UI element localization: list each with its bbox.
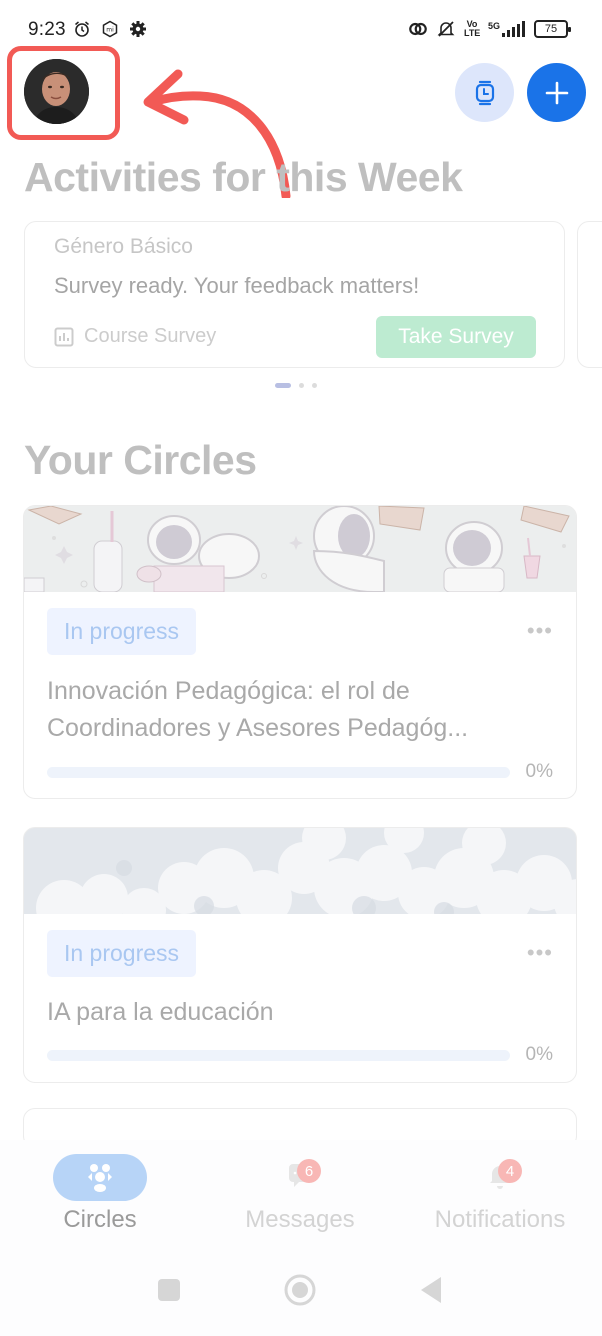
plus-icon xyxy=(545,81,568,104)
tab-circles[interactable]: Circles xyxy=(0,1140,200,1240)
activity-message: Survey ready. Your feedback matters! xyxy=(54,273,420,298)
circle-cover-image xyxy=(24,828,576,914)
volte-icon: Vo LTE xyxy=(463,19,481,38)
back-button[interactable] xyxy=(420,1276,442,1309)
active-tab-indicator xyxy=(53,1154,147,1201)
system-navigation-bar xyxy=(0,1240,602,1336)
carousel-pager xyxy=(275,383,317,388)
tab-label: Messages xyxy=(245,1206,355,1233)
status-time: 9:23 xyxy=(28,19,66,40)
bell-muted-icon xyxy=(436,19,456,39)
add-button[interactable] xyxy=(527,63,586,122)
circle-cover-image xyxy=(24,506,576,592)
activity-type-label: Course Survey xyxy=(84,325,217,347)
activities-title: Activities for this Week xyxy=(24,154,463,200)
circles-icon xyxy=(88,1163,112,1192)
hotspot-link-icon xyxy=(408,19,428,39)
circles-title: Your Circles xyxy=(24,437,257,483)
recents-button[interactable] xyxy=(157,1278,181,1307)
activity-course-name: Género Básico xyxy=(54,235,193,258)
take-survey-button[interactable]: Take Survey xyxy=(376,316,536,358)
activity-card-next[interactable] xyxy=(577,221,602,368)
mi-icon: mi xyxy=(100,19,120,39)
pager-dot-active[interactable] xyxy=(275,383,291,388)
home-button[interactable] xyxy=(284,1274,316,1311)
circle-card[interactable]: In progress ••• IA para la educación 0% xyxy=(23,827,577,1083)
more-options-button[interactable]: ••• xyxy=(527,940,553,966)
messages-badge: 6 xyxy=(297,1159,321,1183)
watch-timer-icon xyxy=(475,80,494,105)
bottom-nav: Circles 6 Messages 4 Notifications xyxy=(0,1140,602,1240)
battery-icon: 75 xyxy=(534,20,571,38)
tab-messages[interactable]: 6 Messages xyxy=(200,1140,400,1240)
circle-home-icon xyxy=(284,1274,316,1306)
tab-label: Circles xyxy=(63,1206,137,1233)
pager-dot[interactable] xyxy=(299,383,304,388)
circle-card[interactable]: In progress ••• Innovación Pedagógica: e… xyxy=(23,505,577,799)
notifications-badge: 4 xyxy=(498,1159,522,1183)
activity-type: Course Survey xyxy=(54,325,216,348)
signal-5g-icon: 5G xyxy=(488,21,526,37)
pager-dot[interactable] xyxy=(312,383,317,388)
status-badge: In progress xyxy=(47,608,196,655)
circle-title: Innovación Pedagógica: el rol de Coordin… xyxy=(47,677,469,742)
timer-button[interactable] xyxy=(455,63,514,122)
activity-card[interactable]: Género Básico Survey ready. Your feedbac… xyxy=(24,221,565,368)
progress-label: 0% xyxy=(525,1044,553,1065)
alarm-icon xyxy=(72,19,92,39)
progress-bar xyxy=(47,1050,510,1061)
square-recents-icon xyxy=(158,1279,180,1301)
status-badge: In progress xyxy=(47,930,196,977)
progress-label: 0% xyxy=(525,761,553,782)
svg-text:mi: mi xyxy=(106,27,114,34)
tab-label: Notifications xyxy=(434,1206,566,1233)
tab-notifications[interactable]: 4 Notifications xyxy=(400,1140,600,1240)
avatar[interactable] xyxy=(24,59,89,124)
progress-bar xyxy=(47,767,510,778)
bar-chart-icon xyxy=(54,327,74,346)
more-options-button[interactable]: ••• xyxy=(527,618,553,644)
settings-icon xyxy=(128,19,148,39)
circle-title: IA para la educación xyxy=(47,998,274,1026)
triangle-back-icon xyxy=(421,1277,441,1303)
